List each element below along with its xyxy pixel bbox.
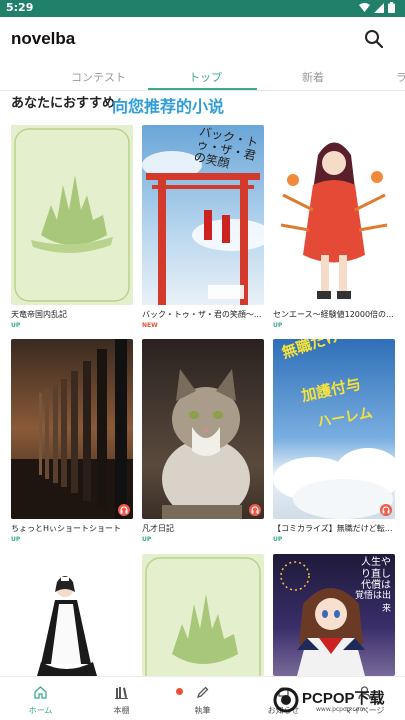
book-title: バック・トゥ・ザ・君の笑顔～... xyxy=(142,310,262,319)
pillars-cover-image xyxy=(11,339,133,519)
book-cover: 無職だけど 加護付与 ハーレム xyxy=(273,339,395,519)
headphones-icon xyxy=(380,504,392,516)
book-badge: UP xyxy=(273,322,283,329)
headphones-icon xyxy=(249,504,261,516)
book-cover xyxy=(11,125,133,305)
overlay-caption: 向您推荐的小说 xyxy=(112,97,225,116)
status-icons xyxy=(359,2,395,13)
bookshelf-icon xyxy=(115,687,128,699)
status-bar: 5:29 xyxy=(0,0,405,17)
book-badge: UP xyxy=(11,536,21,543)
wifi-icon xyxy=(359,2,370,12)
nav-label: 本棚 xyxy=(113,706,130,715)
search-icon[interactable] xyxy=(363,28,385,50)
book-badge: NEW xyxy=(142,322,158,329)
castle-placeholder-image xyxy=(145,557,261,676)
book-badge: UP xyxy=(11,322,21,329)
headphones-icon xyxy=(118,504,130,516)
tab-new[interactable]: 新着 xyxy=(302,69,324,85)
app-title: novelba xyxy=(11,29,76,48)
watermark-url: www.pcpop.com xyxy=(316,706,366,713)
nav-label: 執筆 xyxy=(194,706,211,715)
book-cover xyxy=(11,339,133,519)
tab-top[interactable]: トップ xyxy=(189,69,222,85)
book-title: ちょっとHぃショートショート xyxy=(11,524,122,533)
section-title: あなたにおすすめ xyxy=(11,96,116,111)
pencil-icon xyxy=(196,686,209,699)
book-card[interactable] xyxy=(11,554,133,676)
book-cover: 人生やり直し代償は 覚悟は出来 xyxy=(273,554,395,676)
tab-bar: コンテスト トップ 新着 ラ xyxy=(0,61,405,91)
book-cover xyxy=(142,554,264,676)
book-card[interactable] xyxy=(142,554,264,676)
nav-home[interactable]: ホーム xyxy=(0,677,81,720)
signal-icon xyxy=(374,2,384,13)
nav-bookshelf[interactable]: 本棚 xyxy=(81,677,162,720)
status-time: 5:29 xyxy=(6,1,34,14)
book-cover xyxy=(11,554,133,676)
cover-title-text: 覚悟は出来 xyxy=(354,591,391,614)
cover-title-text: 人生やり直し代償は xyxy=(361,557,391,591)
book-title: 天竜帝国内乱記 xyxy=(11,310,67,319)
book-badge: UP xyxy=(142,536,152,543)
book-title: 凡才日記 xyxy=(142,524,174,533)
watermark-text: PCPOP下载 xyxy=(302,690,385,707)
home-icon xyxy=(34,686,47,699)
book-cover xyxy=(142,339,264,519)
tab-ranking[interactable]: ラ xyxy=(396,69,405,85)
nav-label: ホーム xyxy=(28,706,53,715)
book-title: 【コミカライズ】無職だけど転... xyxy=(273,524,393,533)
book-cover: バック・トゥ・ザ・君の笑顔 xyxy=(142,125,264,305)
watermark-logo: PCPOP下载 www.pcpop.com xyxy=(272,684,402,716)
book-cover xyxy=(273,125,395,305)
book-card[interactable]: 人生やり直し代償は 覚悟は出来 xyxy=(273,554,395,676)
app-bar: novelba xyxy=(0,17,405,61)
book-title: センエース～経験値12000倍の... xyxy=(273,310,394,319)
maid-cover-image xyxy=(37,576,97,676)
cat-cover-image xyxy=(162,369,250,519)
nav-write[interactable]: 執筆 xyxy=(162,677,243,720)
castle-placeholder-image xyxy=(14,128,130,302)
tab-contest[interactable]: コンテスト xyxy=(71,69,126,85)
tab-indicator xyxy=(148,88,257,90)
anime-girl-cover-image xyxy=(280,142,388,299)
battery-icon xyxy=(388,2,395,13)
book-badge: UP xyxy=(273,536,283,543)
